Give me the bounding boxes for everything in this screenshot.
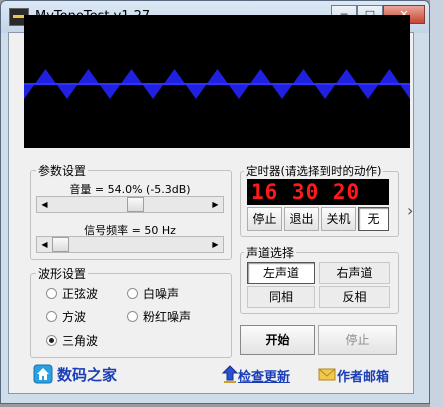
update-icon-svg [221,365,239,383]
radio-square-label: 方波 [62,310,87,324]
radio-white-noise-icon[interactable] [127,288,138,299]
in-phase-button[interactable]: 同相 [247,286,315,308]
mail-link[interactable]: 作者邮箱 [337,366,389,385]
waveform-group-label: 波形设置 [36,265,89,282]
left-channel-button[interactable]: 左声道 [247,262,315,284]
radio-square[interactable]: 方波 [46,308,86,325]
radio-white-noise[interactable]: 白噪声 [127,285,179,302]
timer-group-label: 定时器(请选择到时的动作) [244,163,384,179]
home-link[interactable]: 数码之家 [57,364,117,385]
timer-shutdown-button[interactable]: 关机 [321,207,356,231]
radio-pink-noise-label: 粉红噪声 [143,310,192,324]
start-button[interactable]: 开始 [240,325,315,355]
frequency-thumb[interactable] [52,237,69,252]
timer-none-button[interactable]: 无 [358,207,389,231]
radio-white-noise-label: 白噪声 [143,287,180,301]
params-group-label: 参数设置 [36,162,89,179]
radio-pink-noise[interactable]: 粉红噪声 [127,308,191,325]
home-icon[interactable] [33,364,53,384]
timer-display: 16 30 20 [247,179,389,205]
timer-stop-button[interactable]: 停止 [247,207,282,231]
timer-exit-button[interactable]: 退出 [284,207,319,231]
frequency-left-arrow-icon[interactable]: ◀ [37,237,52,252]
volume-caption: 音量 = 54.0% (-5.3dB) [69,183,191,196]
radio-square-icon[interactable] [46,311,57,322]
radio-pink-noise-icon[interactable] [127,311,138,322]
right-channel-button[interactable]: 右声道 [319,262,390,284]
radio-sine[interactable]: 正弦波 [46,285,98,302]
frequency-slider[interactable]: ◀ ▶ [36,236,224,253]
radio-triangle-icon[interactable] [46,335,57,346]
volume-right-arrow-icon[interactable]: ▶ [208,197,223,212]
radio-triangle[interactable]: 三角波 [46,332,98,349]
update-icon[interactable] [221,365,239,383]
mail-icon-svg [318,368,336,381]
radio-triangle-label: 三角波 [62,334,99,348]
mail-icon[interactable] [318,366,336,382]
timer-digits: 16 30 20 [251,180,361,204]
waveform-plot [24,69,410,99]
update-link[interactable]: 检查更新 [238,366,290,385]
frequency-right-arrow-icon[interactable]: ▶ [208,237,223,252]
home-icon-svg [33,364,53,384]
radio-sine-icon[interactable] [46,288,57,299]
stop-button[interactable]: 停止 [318,325,397,355]
inverted-phase-button[interactable]: 反相 [319,286,390,308]
volume-left-arrow-icon[interactable]: ◀ [37,197,52,212]
radio-sine-label: 正弦波 [62,287,99,301]
side-expand-icon[interactable]: › [407,201,413,220]
volume-slider[interactable]: ◀ ▶ [36,196,224,213]
background-window-strip [430,0,444,407]
waveform-display [24,15,410,148]
channel-group-label: 声道选择 [244,244,297,261]
volume-thumb[interactable] [127,197,144,212]
